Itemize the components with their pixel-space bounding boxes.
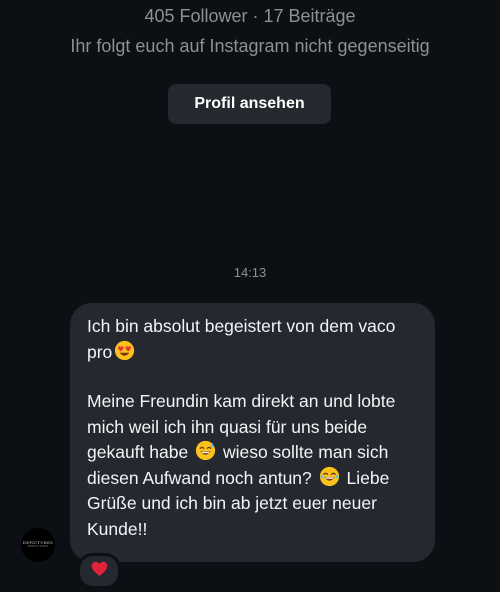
message-paragraph-2: Meine Freundin kam direkt an und lobte m… xyxy=(87,389,421,542)
message-timestamp: 14:13 xyxy=(233,265,267,280)
tears-of-joy-emoji-icon xyxy=(319,466,340,487)
red-heart-icon xyxy=(91,561,108,581)
follow-status: Ihr folgt euch auf Instagram nicht gegen… xyxy=(70,36,430,56)
message-reaction[interactable] xyxy=(77,553,121,589)
heart-eyes-emoji-icon xyxy=(114,340,135,361)
view-profile-label: Profil ansehen xyxy=(194,95,305,112)
sender-avatar[interactable]: DEPICTURES PRODUCTIONS xyxy=(21,528,55,562)
avatar-logo-subtext: PRODUCTIONS xyxy=(27,545,49,549)
view-profile-button[interactable]: Profil ansehen xyxy=(168,84,331,124)
message-paragraph-1: Ich bin absolut begeistert von dem vaco … xyxy=(87,314,421,365)
sweat-smile-emoji-icon xyxy=(195,440,216,461)
message-bubble[interactable]: Ich bin absolut begeistert von dem vaco … xyxy=(70,303,435,562)
profile-stats: 405 Follower · 17 Beiträge xyxy=(144,6,356,26)
